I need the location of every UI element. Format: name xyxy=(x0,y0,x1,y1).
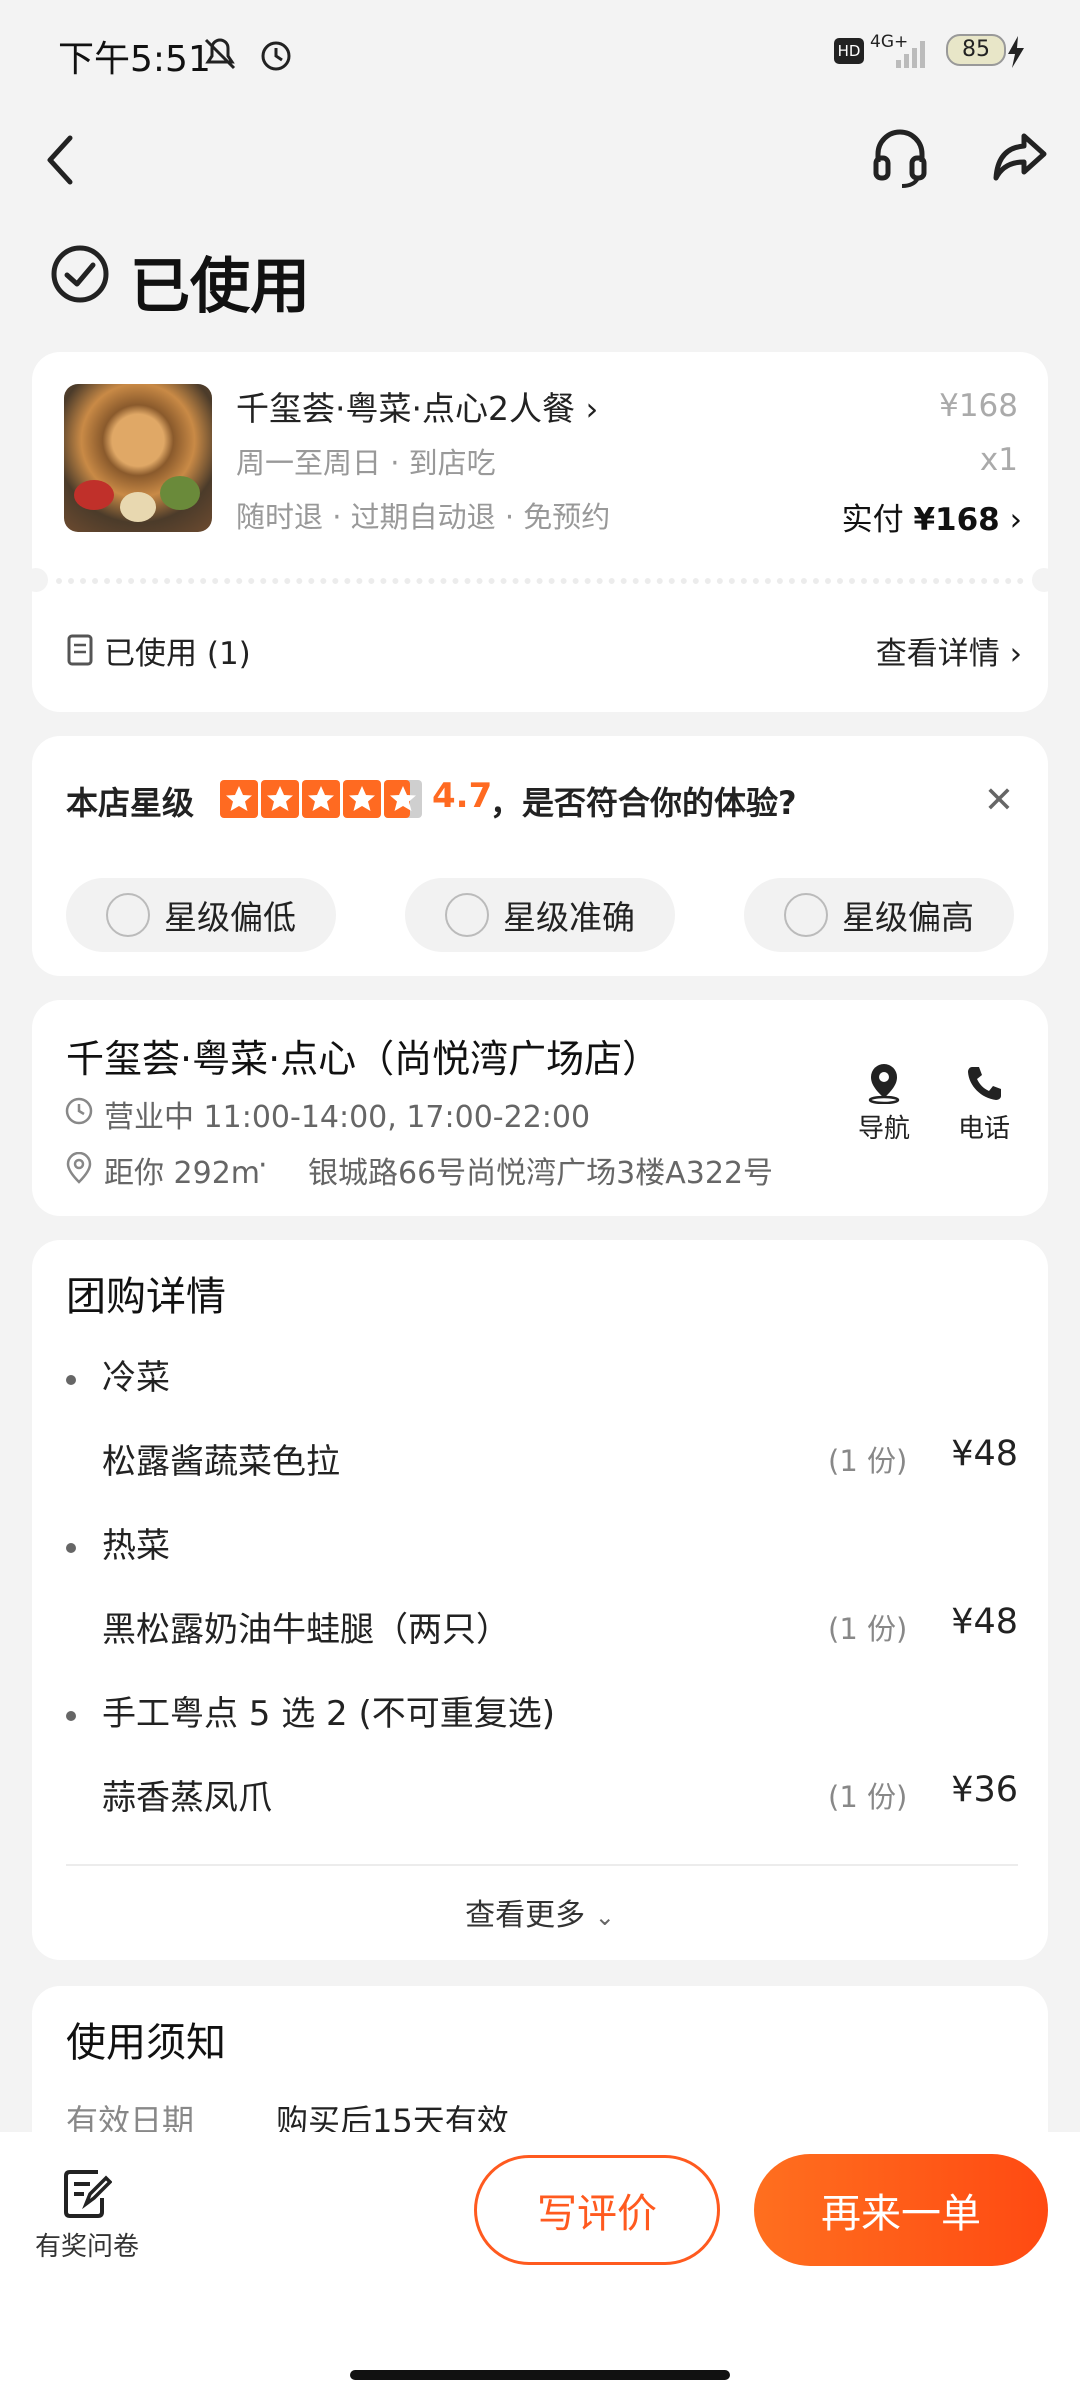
signal-icon xyxy=(896,41,925,68)
chevron-right-icon: › xyxy=(585,390,599,428)
rating-option-label: 星级准确 xyxy=(503,898,635,937)
store-hours: 营业中 11:00-14:00, 17:00-22:00 xyxy=(104,1100,591,1135)
paid-value: ¥168 xyxy=(913,502,1000,538)
paid-label: 实付 xyxy=(841,502,904,538)
battery-level: 85 xyxy=(946,34,1006,66)
hd-icon: HD xyxy=(834,38,864,64)
chevron-right-icon: › xyxy=(1009,502,1022,538)
home-indicator xyxy=(350,2370,730,2380)
alarm-icon xyxy=(261,41,291,71)
star-icon xyxy=(302,780,340,818)
call-button[interactable]: 电话 xyxy=(944,1062,1024,1145)
section-name: 冷菜 xyxy=(102,1358,170,1398)
item-name: 蒜香蒸凤爪 xyxy=(102,1778,272,1818)
store-distance: 距你 292m xyxy=(104,1156,261,1191)
item-name: 松露酱蔬菜色拉 xyxy=(102,1442,340,1482)
location-icon xyxy=(66,1152,92,1184)
bullet-dot xyxy=(66,1543,76,1553)
star-icon xyxy=(261,780,299,818)
chevron-down-icon: ⌄ xyxy=(594,1903,615,1931)
group-title: 团购详情 xyxy=(66,1274,226,1320)
phone-icon xyxy=(968,1067,1001,1100)
view-details-label: 查看详情 xyxy=(875,636,1000,672)
rating-card: 本店星级 4.7 ，是否符合你的体验? ✕ 星级偏低 星级准确 星级偏高 xyxy=(32,736,1048,976)
reorder-button[interactable]: 再来一单 xyxy=(754,2154,1048,2266)
rating-option-label: 星级偏低 xyxy=(164,898,296,937)
notice-title: 使用须知 xyxy=(66,2020,226,2066)
product-schedule: 周一至周日 · 到店吃 xyxy=(236,446,496,480)
nav-bar xyxy=(0,110,1080,230)
close-icon[interactable]: ✕ xyxy=(984,780,1014,821)
original-price: ¥168 xyxy=(939,388,1018,424)
check-circle-icon xyxy=(51,245,109,303)
item-qty: (1 份) xyxy=(828,1780,908,1814)
clock-icon xyxy=(65,1097,93,1125)
store-card[interactable]: 千玺荟·粤菜·点心（尚悦湾广场店） 营业中 11:00-14:00, 17:00… xyxy=(32,1000,1048,1216)
item-price: ¥36 xyxy=(951,1770,1018,1810)
survey-edit-icon xyxy=(64,2170,113,2218)
mute-icon xyxy=(204,38,236,70)
navigation-icon xyxy=(868,1064,900,1105)
product-name[interactable]: 千玺荟·粤菜·点心2人餐 › xyxy=(236,382,598,430)
rating-option-high[interactable]: 星级偏高 xyxy=(744,878,1014,952)
divider xyxy=(56,578,1024,584)
star-rating xyxy=(220,780,422,818)
survey-label: 有奖问卷 xyxy=(34,2232,139,2262)
separator-dot: · xyxy=(258,1148,268,1183)
item-qty: (1 份) xyxy=(828,1444,908,1478)
order-card[interactable]: 千玺荟·粤菜·点心2人餐 › 周一至周日 · 到店吃 随时退 · 过期自动退 ·… xyxy=(24,352,1056,712)
rating-question: ，是否符合你的体验? xyxy=(490,784,797,822)
survey-button[interactable]: 有奖问卷 xyxy=(22,2168,152,2263)
star-icon xyxy=(343,780,381,818)
receipt-icon xyxy=(67,634,93,666)
group-details-card: 团购详情 冷菜 松露酱蔬菜色拉 (1 份) ¥48 热菜 黑松露奶油牛蛙腿（两只… xyxy=(32,1240,1048,1960)
store-address: 银城路66号尚悦湾广场3楼A322号 xyxy=(308,1156,774,1191)
chevron-right-icon: › xyxy=(1009,636,1022,672)
section-name: 手工粤点 5 选 2 (不可重复选) xyxy=(102,1694,556,1734)
charging-icon xyxy=(1008,36,1024,68)
used-count: 已使用 (1) xyxy=(104,636,251,672)
bullet-dot xyxy=(66,1375,76,1385)
ticket-notch-right xyxy=(1032,568,1056,592)
page-title: 已使用 xyxy=(130,252,310,322)
item-price: ¥48 xyxy=(951,1602,1018,1642)
product-policy: 随时退 · 过期自动退 · 免预约 xyxy=(236,500,611,534)
navigate-button[interactable]: 导航 xyxy=(844,1062,924,1145)
call-label: 电话 xyxy=(957,1114,1010,1144)
rating-option-label: 星级偏高 xyxy=(842,898,974,937)
bottom-action-bar: 有奖问卷 写评价 再来一单 xyxy=(0,2132,1080,2400)
status-bar: 下午5:51 HD 4G+ 85 xyxy=(0,0,1080,110)
item-price: ¥48 xyxy=(951,1434,1018,1474)
sad-face-icon xyxy=(784,893,828,937)
quantity: x1 xyxy=(979,442,1018,478)
section-name: 热菜 xyxy=(102,1526,170,1566)
rating-option-low[interactable]: 星级偏低 xyxy=(66,878,336,952)
headset-icon[interactable] xyxy=(870,124,930,190)
store-name[interactable]: 千玺荟·粤菜·点心（尚悦湾广场店） xyxy=(66,1028,660,1083)
view-details-link[interactable]: 查看详情 › xyxy=(876,628,1022,673)
write-review-button[interactable]: 写评价 xyxy=(474,2155,720,2265)
sad-face-icon xyxy=(106,893,150,937)
product-name-text: 千玺荟·粤菜·点心2人餐 xyxy=(236,389,575,428)
view-more-button[interactable]: 查看更多 ⌄ xyxy=(32,1890,1048,1934)
smile-face-icon xyxy=(445,893,489,937)
status-time: 下午5:51 xyxy=(58,39,211,80)
star-icon xyxy=(220,780,258,818)
rating-score: 4.7 xyxy=(432,776,493,816)
paid-amount[interactable]: 实付 ¥168 › xyxy=(842,494,1022,539)
view-more-label: 查看更多 xyxy=(465,1898,586,1933)
divider xyxy=(66,1864,1018,1866)
rating-option-accurate[interactable]: 星级准确 xyxy=(405,878,675,952)
navigate-label: 导航 xyxy=(857,1114,910,1144)
item-qty: (1 份) xyxy=(828,1612,908,1646)
share-icon[interactable] xyxy=(990,126,1050,186)
rating-label: 本店星级 xyxy=(66,784,195,822)
ticket-notch-left xyxy=(24,568,48,592)
bullet-dot xyxy=(66,1711,76,1721)
back-icon[interactable] xyxy=(40,130,80,190)
product-thumbnail[interactable] xyxy=(64,384,212,532)
item-name: 黑松露奶油牛蛙腿（两只） xyxy=(102,1610,510,1650)
star-half-icon xyxy=(384,780,422,818)
